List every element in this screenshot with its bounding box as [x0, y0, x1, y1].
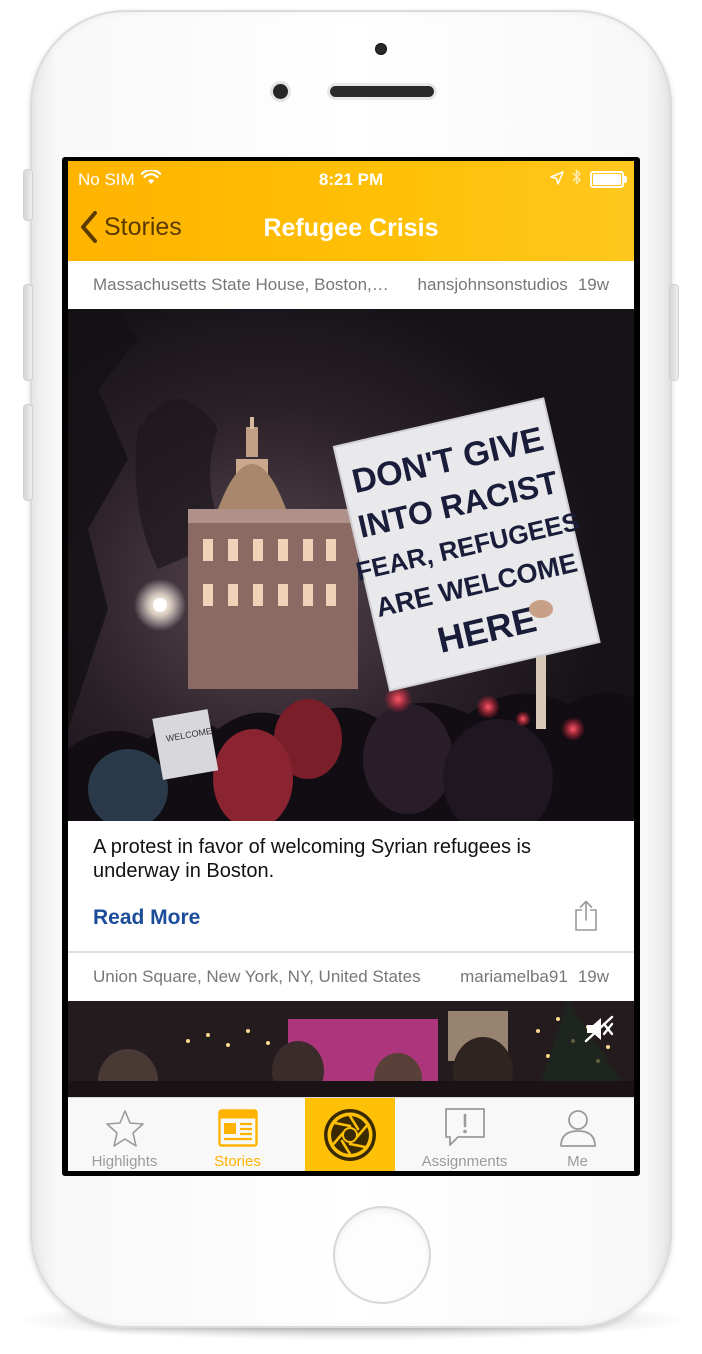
- tab-assignments[interactable]: Assignments: [408, 1098, 521, 1171]
- star-icon: [105, 1110, 144, 1147]
- tab-label: Me: [567, 1153, 588, 1170]
- volume-down-button[interactable]: [24, 405, 32, 500]
- earpiece-speaker: [330, 86, 434, 97]
- camera-button[interactable]: [305, 1098, 395, 1171]
- post-byline: hansjohnsonstudios 19w: [418, 275, 609, 295]
- post-header: Massachusetts State House, Boston, MA, U…: [68, 261, 634, 310]
- post-age: 19w: [577, 967, 609, 986]
- location-arrow-icon: [550, 170, 564, 190]
- volume-up-button[interactable]: [24, 285, 32, 380]
- tab-label: Assignments: [421, 1153, 508, 1170]
- read-more-link[interactable]: Read More: [93, 906, 200, 930]
- nav-bar: Stories Refugee Crisis: [68, 201, 634, 257]
- page-title: Refugee Crisis: [263, 214, 439, 242]
- post-username[interactable]: mariamelba91: [460, 967, 568, 986]
- home-button[interactable]: [333, 1206, 431, 1304]
- status-right: [550, 168, 627, 190]
- tab-stories[interactable]: Stories: [181, 1098, 294, 1171]
- post-header: Union Square, New York, NY, United State…: [68, 953, 634, 1002]
- crowd-video-frame: [68, 1001, 634, 1101]
- speaker-muted-icon[interactable]: [584, 1015, 614, 1048]
- post-location[interactable]: Massachusetts State House, Boston, MA, U…: [93, 275, 393, 295]
- front-camera: [273, 84, 288, 99]
- tab-me[interactable]: Me: [521, 1098, 634, 1171]
- post-caption-block: A protest in favor of welcoming Syrian r…: [68, 821, 634, 953]
- post-video[interactable]: [68, 1001, 634, 1101]
- status-bar: No SIM 8:21 PM: [68, 161, 634, 197]
- tab-highlights[interactable]: Highlights: [68, 1098, 181, 1171]
- tab-label: Highlights: [91, 1153, 158, 1170]
- proximity-sensor: [375, 43, 387, 55]
- tab-bar: Highlights Stories Assignments Me: [68, 1097, 634, 1171]
- tab-label: Stories: [214, 1153, 261, 1170]
- person-icon: [559, 1110, 596, 1147]
- power-button[interactable]: [670, 285, 678, 380]
- alert-bubble-icon: [444, 1108, 485, 1146]
- newspaper-icon: [217, 1109, 258, 1147]
- protest-photo-illustration: WELCOME DON'T GIVE INTO RACIST FEAR, REF…: [68, 309, 634, 821]
- camera-shutter-icon: [324, 1109, 376, 1161]
- post-username[interactable]: hansjohnsonstudios: [418, 275, 568, 294]
- post-age: 19w: [577, 275, 609, 294]
- post-byline: mariamelba91 19w: [460, 967, 609, 987]
- app-screen: No SIM 8:21 PM Stories Refugee Crisis Ma…: [68, 161, 634, 1171]
- share-icon[interactable]: [574, 900, 598, 937]
- bluetooth-icon: [572, 168, 582, 190]
- mute-switch[interactable]: [24, 170, 32, 220]
- post-photo[interactable]: WELCOME DON'T GIVE INTO RACIST FEAR, REF…: [68, 309, 634, 821]
- post-location[interactable]: Union Square, New York, NY, United State…: [93, 967, 433, 987]
- battery-icon: [590, 171, 627, 188]
- post-caption: A protest in favor of welcoming Syrian r…: [93, 836, 531, 882]
- app-header: No SIM 8:21 PM Stories Refugee Crisis: [68, 161, 634, 261]
